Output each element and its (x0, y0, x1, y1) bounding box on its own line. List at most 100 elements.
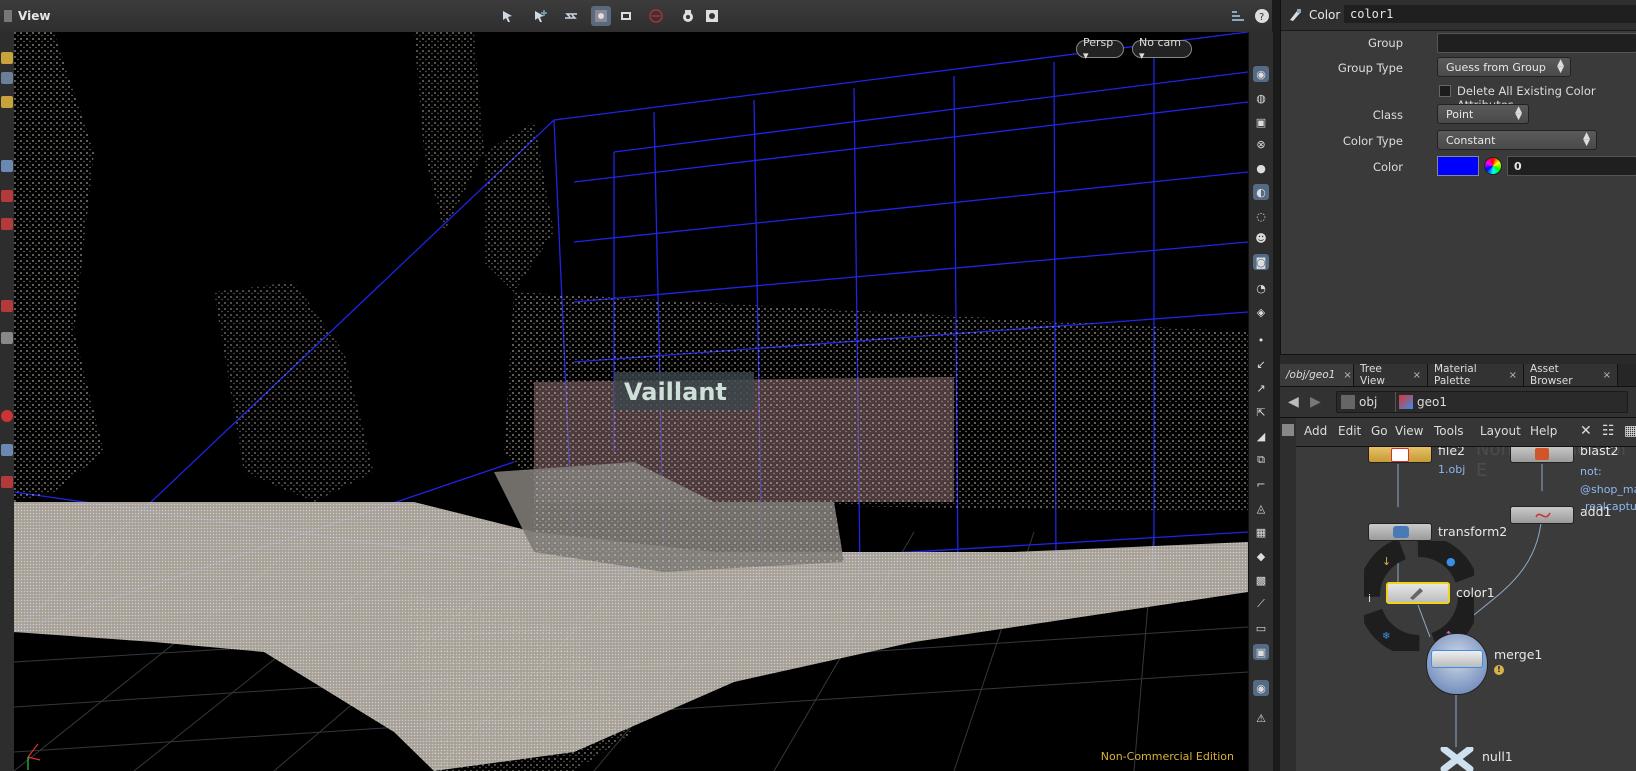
menu-tools[interactable]: Tools (1434, 424, 1464, 438)
ghost-display-icon[interactable]: ◬ (1253, 500, 1269, 516)
record-icon[interactable] (1, 410, 13, 422)
group-type-dropdown[interactable]: Guess from Group ▲ ▼ (1437, 57, 1571, 77)
tab-tree-view[interactable]: Tree View × (1354, 363, 1428, 387)
render-camera-icon[interactable] (678, 6, 698, 26)
sculpt-tool-icon[interactable] (1, 218, 13, 230)
move-tool-icon[interactable] (530, 6, 550, 26)
paint-tool-icon[interactable] (1, 190, 13, 202)
menu-add[interactable]: Add (1304, 424, 1327, 438)
display-mode-icon[interactable]: ◉ (1253, 66, 1269, 82)
class-label: Class (1372, 108, 1403, 122)
node-transform2[interactable] (1368, 523, 1432, 541)
sphere-icon[interactable]: ● (1253, 160, 1269, 176)
group-tool-icon[interactable] (1, 444, 13, 456)
svg-text:●: ● (1446, 555, 1456, 568)
display-options-icon[interactable] (616, 6, 636, 26)
tab-obj-geo1[interactable]: /obj/geo1 × (1280, 364, 1354, 386)
brush-tool-icon[interactable] (1, 300, 13, 312)
pane-tab-handle-icon[interactable] (4, 10, 12, 22)
network-editor[interactable]: Non-Commercial E file2 1.obj blast2 not:… (1280, 447, 1636, 771)
light-icon[interactable]: ◐ (1253, 184, 1269, 200)
node-file2[interactable] (1368, 447, 1432, 463)
snap-icon[interactable] (591, 6, 611, 26)
path-obj[interactable]: obj (1359, 395, 1377, 409)
menu-layout[interactable]: Layout (1480, 424, 1521, 438)
grid-icon[interactable]: ▦ (1624, 423, 1636, 439)
uv-display-icon[interactable]: ⇱ (1253, 404, 1269, 420)
view-tool-icon[interactable] (1, 72, 13, 84)
layout-icon[interactable] (1228, 6, 1248, 26)
node-name-field[interactable]: color1 (1343, 4, 1636, 24)
camera-select-menu[interactable]: No cam ▾ (1132, 36, 1192, 62)
menu-view[interactable]: View (1395, 424, 1423, 438)
edit-tool-icon[interactable] (1, 476, 13, 488)
node-label-blast2: blast2 (1580, 447, 1619, 458)
close-icon[interactable]: × (1413, 370, 1421, 381)
color-value-field[interactable]: 0 (1507, 156, 1636, 176)
menu-help[interactable]: Help (1530, 424, 1557, 438)
hull-display-icon[interactable]: ⧉ (1253, 452, 1269, 468)
point-display-icon[interactable]: • (1253, 332, 1269, 348)
svg-text:?: ? (1259, 12, 1264, 23)
camera-icon[interactable]: ◙ (1253, 254, 1269, 270)
back-arrow-icon[interactable]: ◀ (1288, 394, 1299, 410)
grid-display-icon[interactable]: ▩ (1253, 572, 1269, 588)
node-color1[interactable] (1386, 582, 1450, 604)
select-tool-icon[interactable] (498, 6, 518, 26)
node-blast2[interactable] (1510, 447, 1574, 463)
forward-arrow-icon[interactable]: ▶ (1310, 394, 1321, 410)
close-icon[interactable]: × (1343, 370, 1351, 381)
node-merge1[interactable] (1426, 633, 1488, 695)
color-wheel-icon[interactable] (1484, 157, 1502, 175)
close-camera-icon[interactable]: ⊗ (1253, 136, 1269, 152)
node-null1[interactable] (1440, 745, 1474, 771)
menu-go[interactable]: Go (1371, 424, 1388, 438)
bulb-icon[interactable]: ◌ (1253, 208, 1269, 224)
lock-icon[interactable]: ▣ (1253, 114, 1269, 130)
no-entry-icon[interactable] (646, 6, 666, 26)
wand-icon[interactable]: ⟋ (1253, 596, 1269, 612)
path-geo1[interactable]: geo1 (1417, 395, 1447, 409)
vector-display-icon[interactable]: ↗ (1253, 380, 1269, 396)
visibility-icon[interactable]: ◔ (1253, 280, 1269, 296)
pin-icon[interactable]: ◉ (1253, 680, 1269, 696)
camera-view-menu[interactable]: Persp ▾ (1076, 36, 1124, 62)
help-icon[interactable]: ? (1252, 6, 1272, 26)
tab-material-palette[interactable]: Material Palette × (1428, 363, 1524, 387)
transform-tool-icon[interactable] (561, 6, 581, 26)
select-primitive-icon[interactable]: ◢ (1253, 428, 1269, 444)
background-image-icon[interactable]: ▣ (1253, 644, 1269, 660)
normal-display-icon[interactable]: ↙ (1253, 356, 1269, 372)
network-tool-icon[interactable] (1282, 424, 1294, 436)
delete-attributes-checkbox[interactable] (1439, 85, 1451, 97)
warning-icon[interactable]: ⚠ (1253, 710, 1269, 726)
menu-edit[interactable]: Edit (1338, 424, 1361, 438)
group-field[interactable] (1437, 33, 1636, 53)
class-dropdown[interactable]: Point ▲ ▼ (1437, 104, 1529, 124)
tree-icon[interactable]: ☷ (1602, 423, 1615, 439)
skull-icon[interactable]: ☻ (1253, 230, 1269, 246)
node-sub-blast2-1: not: (1580, 465, 1602, 478)
file-icon (1391, 448, 1409, 462)
shading-icon[interactable]: ◍ (1253, 90, 1269, 106)
node-add1[interactable] (1510, 506, 1574, 524)
info-glyph-icon[interactable]: i (1368, 592, 1371, 605)
color-swatch[interactable] (1437, 156, 1479, 176)
gear-icon[interactable] (702, 6, 722, 26)
tab-asset-browser[interactable]: Asset Browser × (1524, 363, 1618, 387)
template-icon[interactable]: ◈ (1253, 304, 1269, 320)
close-icon[interactable]: × (1509, 370, 1517, 381)
handle-tool-icon[interactable] (1, 52, 13, 64)
path-breadcrumb: obj geo1 (1336, 391, 1628, 413)
diamond-icon[interactable]: ◆ (1253, 548, 1269, 564)
measure-tool-icon[interactable] (1, 332, 13, 344)
select-mode-icon[interactable] (1, 160, 13, 172)
disk-icon[interactable]: ▭ (1253, 620, 1269, 636)
pose-tool-icon[interactable] (1, 96, 13, 108)
wrench-icon[interactable]: ✕ (1580, 423, 1592, 439)
viewport-3d-scene[interactable]: Vaillant (14, 32, 1248, 771)
edge-display-icon[interactable]: ⌐ (1253, 476, 1269, 492)
close-icon[interactable]: × (1603, 370, 1611, 381)
color-type-dropdown[interactable]: Constant ▲ ▼ (1437, 130, 1597, 150)
checker-icon[interactable]: ▦ (1253, 524, 1269, 540)
